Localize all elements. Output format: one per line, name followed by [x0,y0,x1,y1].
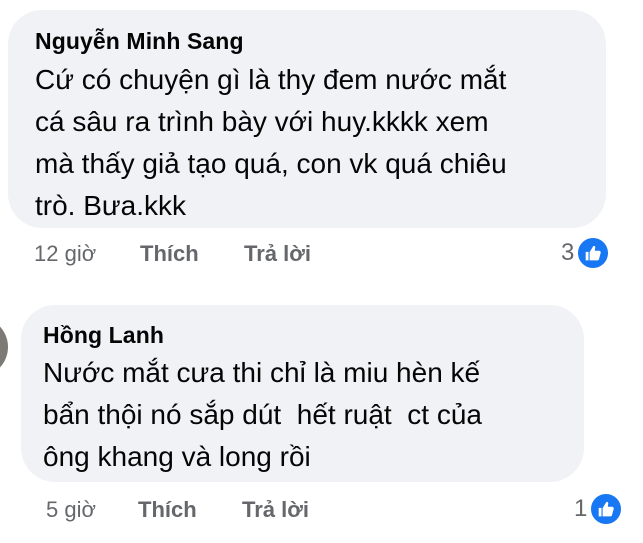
comment-timestamp[interactable]: 5 giờ [46,497,96,523]
comment-bubble: Hồng Lanh Nước mắt cưa thi chỉ là miu hè… [21,305,584,482]
comment: Hồng Lanh Nước mắt cưa thi chỉ là miu hè… [0,0,643,543]
like-icon [589,492,624,526]
reply-button[interactable]: Trả lời [242,497,309,523]
reaction-count: 1 [574,495,588,522]
comment-author[interactable]: Hồng Lanh [43,322,164,349]
comment-text-line: bẩn thội nó sắp dút hết ruật ct của [43,399,482,430]
comment-text-line: Nước mắt cưa thi chỉ là miu hèn kế [43,357,481,388]
avatar[interactable] [0,317,8,377]
comment-text-line: ông khang và long rồi [43,441,311,472]
like-button[interactable]: Thích [138,497,197,523]
reaction-summary[interactable]: 1 [574,492,624,526]
